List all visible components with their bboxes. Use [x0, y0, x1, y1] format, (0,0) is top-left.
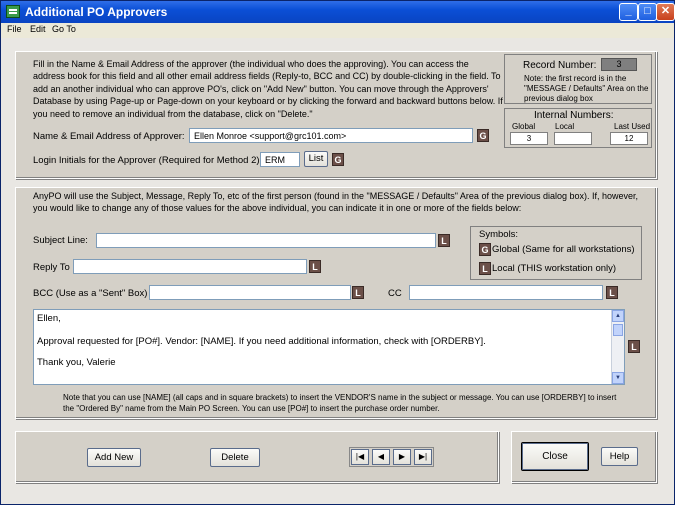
intro-text: Fill in the Name & Email Address of the … — [33, 59, 503, 119]
approver-label: Name & Email Address of Approver: — [33, 131, 185, 142]
title-bar: Additional PO Approvers _ □ ✕ — [1, 1, 675, 23]
global-number: 3 — [510, 132, 548, 145]
message-line: Approval requested for [PO#]. Vendor: [N… — [37, 336, 486, 347]
last-used-number: 12 — [610, 132, 648, 145]
login-initials-field[interactable]: ERM — [260, 152, 300, 167]
app-icon — [6, 5, 20, 18]
login-initials-label: Login Initials for the Approver (Require… — [33, 155, 263, 166]
message-line: Thank you, Valerie — [37, 357, 116, 368]
local-label: Local — [555, 122, 575, 131]
message-line: Ellen, — [37, 313, 61, 324]
app-window: Additional PO Approvers _ □ ✕ File Edit … — [0, 0, 675, 505]
subject-field[interactable] — [96, 233, 436, 248]
scroll-up-icon[interactable]: ▲ — [612, 310, 624, 322]
navigation-group: |◀ ◀ ▶ ▶| — [349, 447, 434, 467]
record-actions-panel: Add New Delete |◀ ◀ ▶ ▶| — [15, 431, 499, 483]
global-icon: G — [332, 153, 344, 166]
approver-email-field[interactable]: Ellen Monroe <support@grc101.com> — [189, 128, 473, 143]
last-used-label: Last Used — [614, 122, 651, 131]
record-info-panel: Record Number: 3 Note: the first record … — [504, 54, 652, 104]
reply-to-field[interactable] — [73, 259, 307, 274]
add-new-button[interactable]: Add New — [87, 448, 141, 467]
record-note: Note: the first record is in the "MESSAG… — [524, 74, 649, 103]
list-button[interactable]: List — [304, 151, 328, 167]
symbols-panel: Symbols: G Global (Same for all workstat… — [470, 226, 642, 280]
internal-numbers-panel: Internal Numbers: Global Local Last Used… — [504, 108, 652, 148]
approver-panel: Fill in the Name & Email Address of the … — [15, 51, 657, 179]
scroll-thumb[interactable] — [613, 324, 623, 336]
bcc-field[interactable] — [149, 285, 351, 300]
menu-bar: File Edit Go To — [1, 23, 674, 38]
record-number-value: 3 — [601, 58, 637, 71]
minimize-button[interactable]: _ — [619, 3, 638, 21]
internal-numbers-title: Internal Numbers: — [534, 110, 614, 121]
local-icon: L — [628, 340, 640, 353]
maximize-button[interactable]: □ — [638, 3, 657, 21]
menu-file[interactable]: File — [7, 24, 22, 34]
global-label: Global — [512, 122, 536, 131]
local-icon: L — [606, 286, 618, 299]
message-textarea[interactable]: Ellen, Approval requested for [PO#]. Ven… — [33, 309, 625, 385]
next-record-icon[interactable]: ▶ — [393, 449, 411, 465]
symbols-global-text: Global (Same for all workstations) — [492, 244, 635, 255]
close-button[interactable]: Close — [521, 442, 589, 471]
local-icon: L — [438, 234, 450, 247]
cc-field[interactable] — [409, 285, 603, 300]
record-number-label: Record Number: — [523, 60, 597, 71]
window-title: Additional PO Approvers — [25, 5, 168, 19]
local-icon: L — [479, 262, 491, 275]
reply-to-label: Reply To — [33, 262, 70, 273]
symbols-title: Symbols: — [479, 229, 519, 240]
override-panel: AnyPO will use the Subject, Message, Rep… — [15, 187, 657, 419]
last-record-icon[interactable]: ▶| — [414, 449, 432, 465]
local-icon: L — [309, 260, 321, 273]
local-icon: L — [352, 286, 364, 299]
close-window-button[interactable]: ✕ — [656, 3, 675, 21]
anypo-text: AnyPO will use the Subject, Message, Rep… — [33, 191, 639, 214]
previous-record-icon[interactable]: ◀ — [372, 449, 390, 465]
global-icon: G — [479, 243, 491, 256]
bcc-label: BCC (Use as a "Sent" Box) — [33, 288, 148, 299]
subject-label: Subject Line: — [33, 235, 88, 246]
note-text: Note that you can use [NAME] (all caps a… — [63, 393, 617, 413]
first-record-icon[interactable]: |◀ — [351, 449, 369, 465]
symbols-local-text: Local (THIS workstation only) — [492, 263, 617, 274]
scroll-down-icon[interactable]: ▼ — [612, 372, 624, 384]
local-number — [554, 132, 592, 145]
global-icon: G — [477, 129, 489, 142]
cc-label: CC — [388, 288, 402, 299]
dialog-actions-panel: Close Help — [511, 431, 657, 483]
message-scrollbar[interactable]: ▲ ▼ — [611, 310, 624, 384]
delete-button[interactable]: Delete — [210, 448, 260, 467]
menu-goto[interactable]: Go To — [52, 24, 76, 34]
menu-edit[interactable]: Edit — [30, 24, 46, 34]
help-button[interactable]: Help — [601, 447, 638, 466]
